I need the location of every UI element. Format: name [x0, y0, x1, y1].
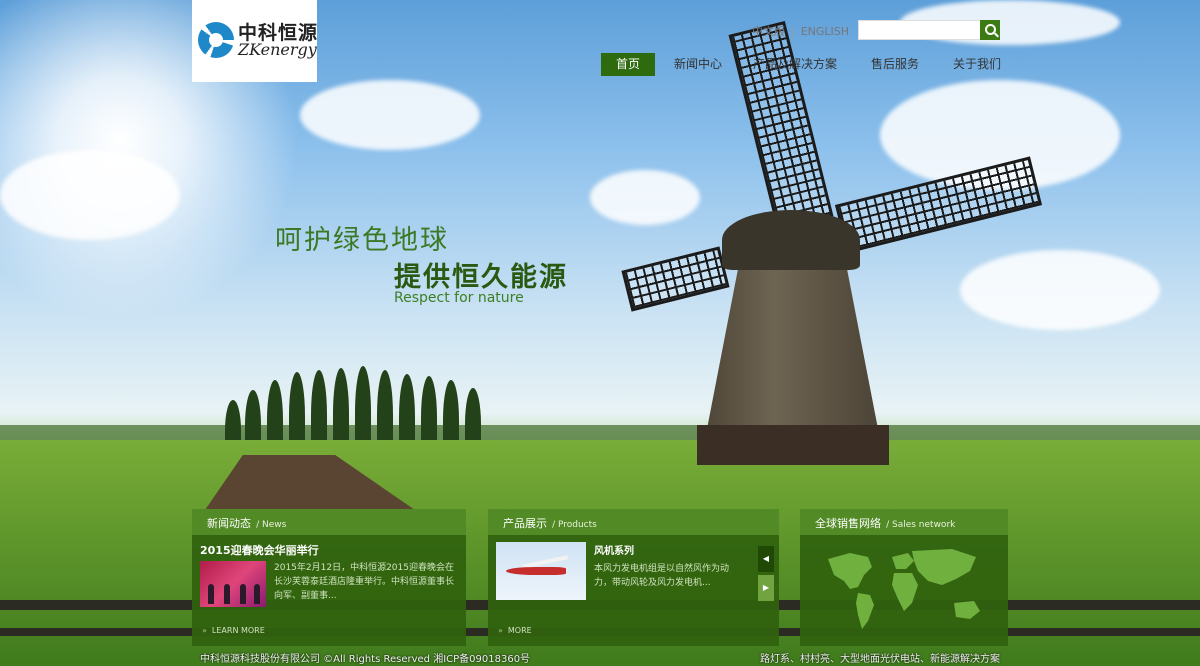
sales-panel-subtitle: / Sales network	[886, 520, 956, 530]
sales-network-panel: 全球销售网络 / Sales network	[800, 509, 1008, 646]
cloud	[960, 250, 1160, 330]
map-africa	[892, 573, 918, 611]
products-panel: 产品展示 / Products 风机系列 本风力发电机组是以自然风作为动力，带动…	[488, 509, 779, 646]
search-icon	[985, 24, 996, 35]
map-europe	[892, 553, 914, 569]
nav-item-home[interactable]: 首页	[601, 53, 655, 76]
product-name[interactable]: 风机系列	[594, 542, 634, 557]
product-summary: 本风力发电机组是以自然风作为动力，带动风轮及风力发电机...	[594, 564, 730, 588]
footer-links[interactable]: 路灯系、村村亮、大型地面光伏电站、新能源解决方案	[760, 650, 1000, 665]
windmill-cap	[722, 210, 860, 270]
news-panel-header: 新闻动态 / News	[192, 509, 466, 535]
site-logo[interactable]: 中科恒源 ZKenergy	[192, 0, 317, 82]
news-panel: 新闻动态 / News 2015迎春晚会华丽举行 2015年2月12日，中科恒源…	[192, 509, 466, 646]
products-more-link[interactable]: MORE	[498, 626, 532, 635]
search-button[interactable]	[980, 20, 1000, 40]
nav-item-news[interactable]: 新闻中心	[668, 53, 728, 76]
nav-item-about[interactable]: 关于我们	[944, 53, 1010, 76]
product-image[interactable]	[496, 542, 586, 600]
lang-en-link[interactable]: ENGLISH	[801, 25, 849, 38]
footer-copyright: 中科恒源科技股份有限公司 ©All Rights Reserved 湘ICP备0…	[200, 654, 531, 665]
sales-panel-header: 全球销售网络 / Sales network	[800, 509, 1008, 535]
lang-separator: |	[791, 25, 795, 38]
news-panel-title: 新闻动态	[207, 517, 251, 530]
search-input[interactable]	[858, 20, 984, 40]
cloud	[300, 80, 480, 150]
news-summary: 2015年2月12日，中科恒源2015迎春晚会在长沙芙蓉泰廷酒店隆重举行。中科恒…	[274, 563, 455, 601]
logo-icon	[198, 22, 234, 58]
products-panel-header: 产品展示 / Products	[488, 509, 779, 535]
news-panel-subtitle: / News	[256, 520, 287, 530]
turbine-nacelle	[506, 567, 566, 575]
map-australia	[954, 601, 980, 619]
hero-slogan-line2: 提供恒久能源	[394, 262, 568, 293]
sales-panel-title: 全球销售网络	[815, 517, 881, 530]
news-learn-more-link[interactable]: LEARN MORE	[202, 626, 265, 635]
news-thumbnail[interactable]	[200, 561, 266, 607]
map-asia	[912, 549, 976, 585]
nav-item-products[interactable]: 产品及解决方案	[742, 53, 848, 76]
language-switch: 中文版 | ENGLISH	[752, 23, 849, 39]
map-south-america	[856, 593, 874, 629]
windmill-sail	[621, 246, 730, 312]
cloud	[0, 150, 180, 240]
logo-en-text: ZKenergy	[238, 40, 317, 59]
hero-slogan-line1: 呵护绿色地球	[275, 225, 449, 256]
cloud	[590, 170, 700, 225]
nav-item-service[interactable]: 售后服务	[862, 53, 928, 76]
lang-zh-link[interactable]: 中文版	[752, 25, 785, 38]
product-prev-button[interactable]: ◀	[758, 546, 774, 572]
product-next-button[interactable]: ▶	[758, 575, 774, 601]
world-map[interactable]	[820, 545, 990, 635]
windmill-base	[697, 425, 889, 465]
news-headline[interactable]: 2015迎春晚会华丽举行	[200, 542, 319, 558]
products-panel-title: 产品展示	[503, 517, 547, 530]
products-panel-subtitle: / Products	[552, 520, 597, 530]
hero-slogan-line3: Respect for nature	[394, 290, 524, 306]
map-north-america	[828, 553, 872, 589]
